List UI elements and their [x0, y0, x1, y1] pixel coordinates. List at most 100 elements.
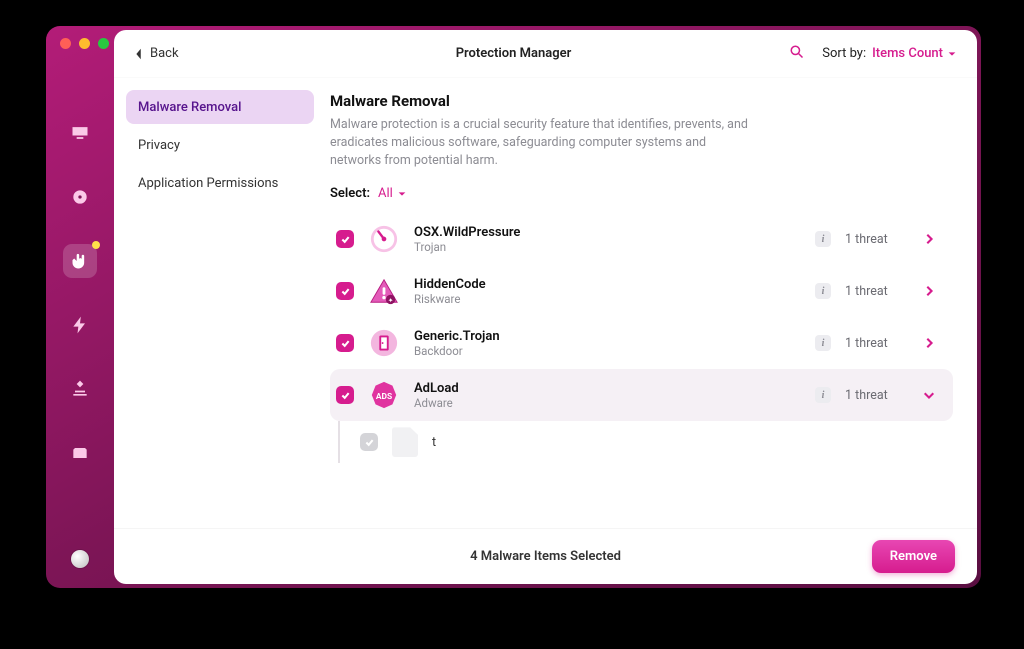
chevron-down-icon [923, 389, 935, 401]
remove-button[interactable]: Remove [872, 540, 955, 573]
top-bar: Back Protection Manager Sort by: Items C… [114, 30, 977, 78]
threat-list: OSX.WildPressure Trojan i 1 threat [330, 213, 957, 528]
file-icon [392, 427, 418, 457]
expand-toggle[interactable] [919, 281, 939, 301]
sort-dropdown[interactable]: Items Count [872, 46, 957, 61]
notification-dot [92, 241, 100, 249]
category-malware-removal[interactable]: Malware Removal [126, 90, 314, 124]
apps-icon [70, 379, 90, 399]
threat-row: ✦ HiddenCode Riskware i 1 threat [330, 265, 953, 317]
select-dropdown[interactable]: All [378, 186, 407, 201]
content-panel: Back Protection Manager Sort by: Items C… [114, 30, 977, 584]
threat-count: 1 threat [845, 232, 905, 247]
check-icon [340, 390, 351, 401]
threat-text: Generic.Trojan Backdoor [414, 329, 500, 358]
top-bar-right: Sort by: Items Count [789, 44, 957, 63]
threat-name: HiddenCode [414, 277, 486, 292]
check-icon [340, 286, 351, 297]
sidebar-nav-files[interactable] [63, 436, 97, 470]
threat-row: ADS AdLoad Adware i 1 threat [330, 369, 953, 421]
files-icon [70, 443, 90, 463]
svg-text:✦: ✦ [388, 297, 394, 305]
app-sidebar [46, 26, 114, 588]
select-value: All [378, 186, 393, 201]
threat-type: Backdoor [414, 344, 500, 358]
sort-label: Sort by: [822, 46, 866, 61]
threat-icon-warning: ✦ [368, 275, 400, 307]
category-label: Malware Removal [138, 100, 241, 115]
sidebar-nav-cleanup[interactable] [63, 116, 97, 150]
threat-icon-gauge [368, 223, 400, 255]
search-button[interactable] [789, 44, 804, 63]
sidebar-nav-apps[interactable] [63, 372, 97, 406]
expand-toggle[interactable] [919, 229, 939, 249]
bolt-icon [70, 315, 90, 335]
category-sidebar: Malware Removal Privacy Application Perm… [114, 78, 320, 528]
category-privacy[interactable]: Privacy [126, 128, 314, 162]
check-icon [340, 234, 351, 245]
chevron-down-icon [947, 49, 957, 59]
page-title: Protection Manager [456, 46, 572, 61]
threat-checkbox[interactable] [336, 386, 354, 404]
chevron-right-icon [923, 337, 935, 349]
avatar[interactable] [71, 550, 89, 568]
chevron-right-icon [923, 233, 935, 245]
threat-count: 1 threat [845, 284, 905, 299]
sort-control: Sort by: Items Count [822, 46, 957, 61]
chevron-down-icon [397, 189, 407, 199]
threat-count: 1 threat [845, 388, 905, 403]
threat-name: OSX.WildPressure [414, 225, 520, 240]
threat-count: 1 threat [845, 336, 905, 351]
check-icon [340, 338, 351, 349]
threat-text: OSX.WildPressure Trojan [414, 225, 520, 254]
expand-toggle[interactable] [919, 333, 939, 353]
app-window: Back Protection Manager Sort by: Items C… [46, 26, 981, 588]
threat-info-button[interactable]: i [815, 283, 831, 299]
file-name: t [432, 435, 436, 450]
threat-text: HiddenCode Riskware [414, 277, 486, 306]
threat-checkbox[interactable] [336, 230, 354, 248]
sidebar-nav-performance[interactable] [63, 308, 97, 342]
threat-type: Adware [414, 396, 459, 410]
sidebar-nav-protection[interactable] [63, 244, 97, 278]
threat-checkbox[interactable] [336, 282, 354, 300]
threat-row: Generic.Trojan Backdoor i 1 threat [330, 317, 953, 369]
check-icon [364, 437, 375, 448]
threat-file-row: t [338, 421, 953, 463]
threat-checkbox[interactable] [336, 334, 354, 352]
chevron-right-icon [923, 285, 935, 297]
footer-status: 4 Malware Items Selected [470, 549, 621, 564]
threat-info-button[interactable]: i [815, 387, 831, 403]
search-icon [789, 44, 804, 59]
footer: 4 Malware Items Selected Remove [114, 528, 977, 584]
threat-type: Riskware [414, 292, 486, 306]
main-column: Malware Removal Malware protection is a … [320, 78, 977, 528]
category-label: Application Permissions [138, 176, 278, 191]
threat-icon-ads: ADS [368, 379, 400, 411]
threat-name: Generic.Trojan [414, 329, 500, 344]
expand-toggle[interactable] [919, 385, 939, 405]
body: Malware Removal Privacy Application Perm… [114, 78, 977, 528]
hand-stop-icon [70, 251, 90, 271]
category-application-permissions[interactable]: Application Permissions [126, 166, 314, 200]
back-label: Back [150, 46, 179, 61]
sidebar-nav-scan[interactable] [63, 180, 97, 214]
threat-type: Trojan [414, 240, 520, 254]
threat-text: AdLoad Adware [414, 381, 459, 410]
select-row: Select: All [330, 186, 957, 201]
select-label: Select: [330, 186, 370, 201]
section-title: Malware Removal [330, 92, 957, 110]
threat-icon-door [368, 327, 400, 359]
threat-info-button[interactable]: i [815, 231, 831, 247]
monitor-icon [70, 123, 90, 143]
threat-row: OSX.WildPressure Trojan i 1 threat [330, 213, 953, 265]
threat-info-button[interactable]: i [815, 335, 831, 351]
category-label: Privacy [138, 138, 180, 153]
back-button[interactable]: Back [134, 46, 179, 61]
section-description: Malware protection is a crucial security… [330, 116, 760, 170]
threat-name: AdLoad [414, 381, 459, 396]
file-checkbox[interactable] [360, 433, 378, 451]
svg-text:ADS: ADS [376, 392, 392, 402]
sidebar-footer [46, 550, 114, 568]
chevron-left-icon [134, 47, 144, 61]
